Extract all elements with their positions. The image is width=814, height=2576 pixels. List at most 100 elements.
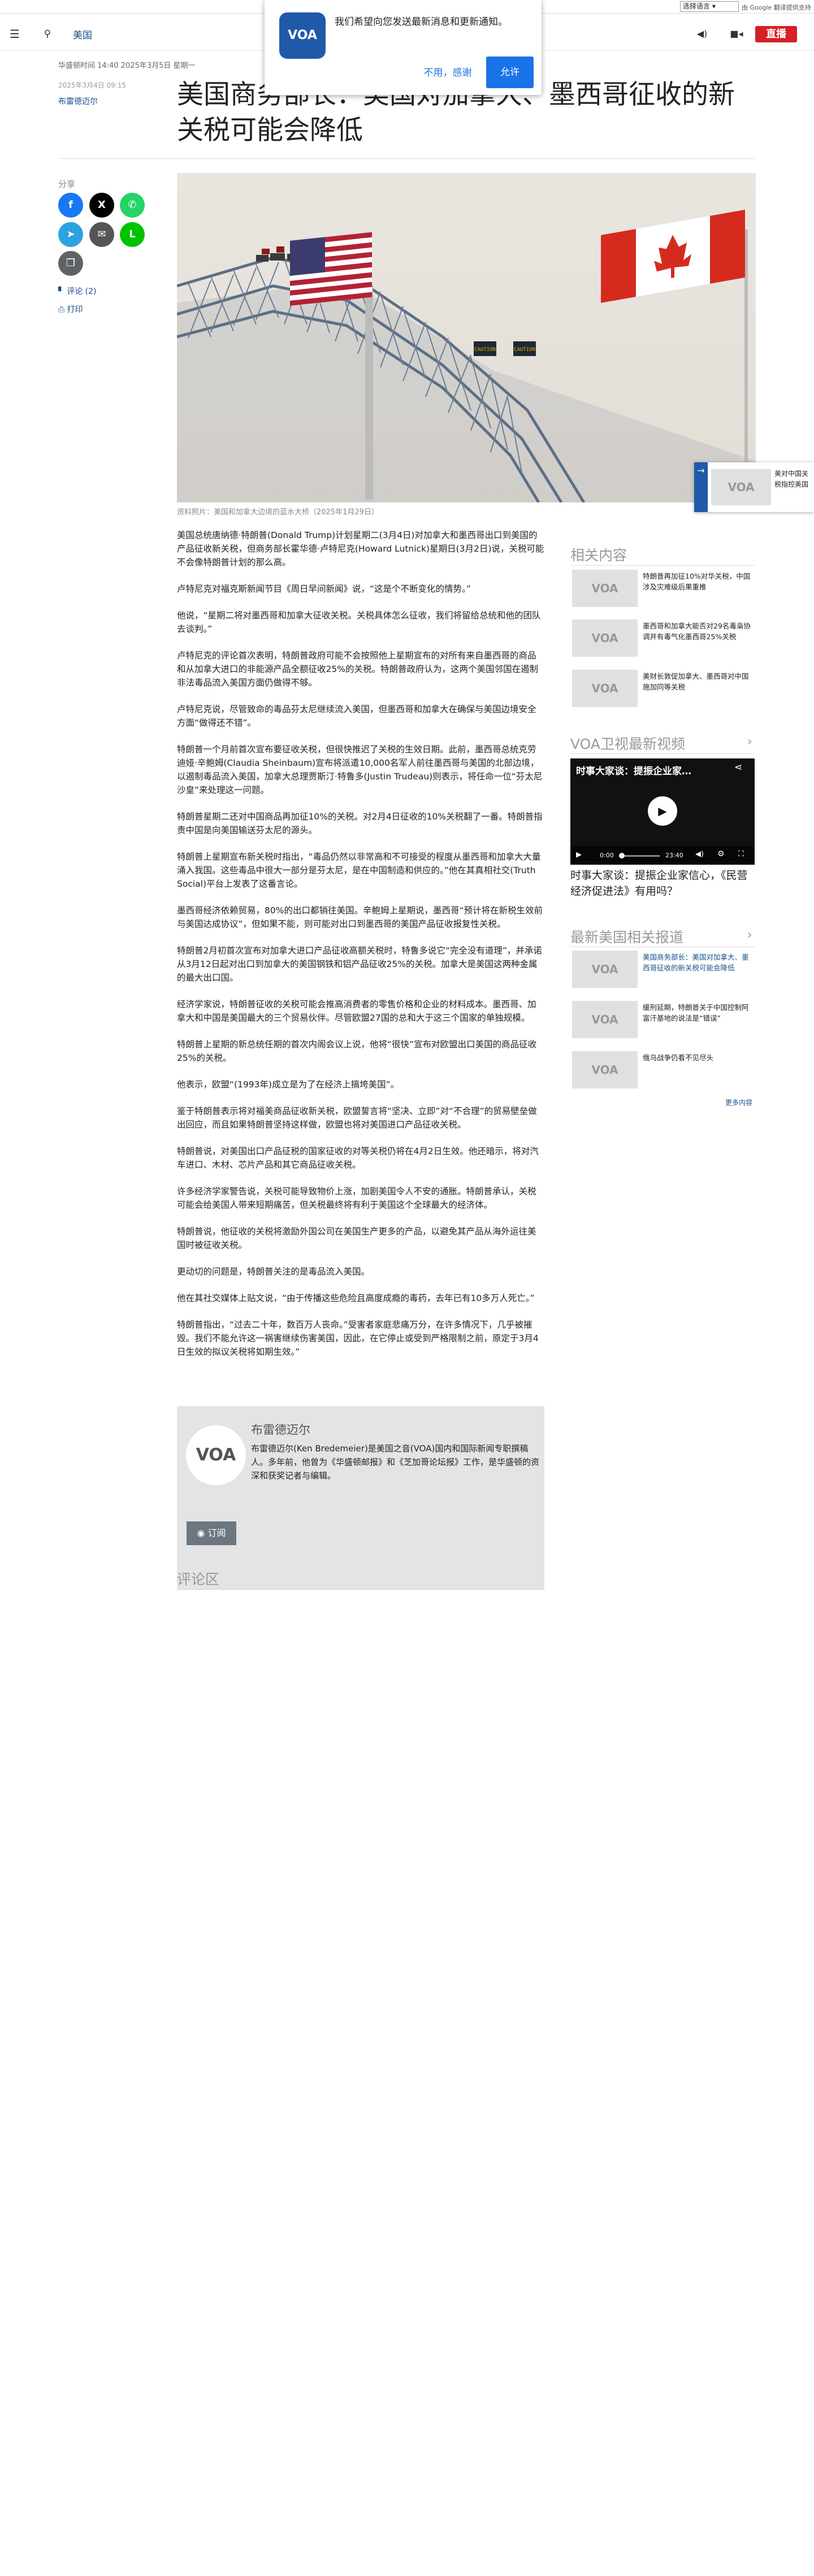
chevron-right-icon[interactable]: › bbox=[747, 928, 752, 942]
comments-link-label: 评论 (2) bbox=[67, 287, 97, 296]
article-paragraph: 鉴于特朗普表示将对福美商品征收新关税，欧盟誓言将“坚决、立即”对“不合理”的贸易… bbox=[177, 1106, 537, 1130]
article-body: 美国总统唐纳德·特朗普(Donald Trump)计划星期二(3月4日)对加拿大… bbox=[177, 528, 544, 1372]
latest-title: 缓刑延期，特朗普关于中国控制阿富汗基地的说法是“错误” bbox=[643, 1003, 749, 1022]
article-paragraph: 卢特尼克对福克斯新闻节目《周日早间新闻》说，“这是个不断变化的情势。” bbox=[177, 584, 471, 594]
deny-button[interactable]: 不用，感谢 bbox=[418, 64, 477, 82]
article-paragraph: 墨西哥经济依赖贸易，80%的出口都销往美国。辛鲍姆上星期说，墨西哥“预计将在新税… bbox=[177, 905, 543, 929]
telegram-icon[interactable]: ➤ bbox=[58, 222, 83, 247]
article-paragraph: 卢特尼克的评论首次表明，特朗普政府可能不会按照他上星期宣布的对所有来自墨西哥的商… bbox=[177, 650, 538, 688]
article-paragraph: 特朗普一个月前首次宣布要征收关税，但很快推迟了关税的生效日期。此前，墨西哥总统克… bbox=[177, 744, 543, 795]
speaker-icon[interactable]: ◀) bbox=[694, 26, 710, 42]
copy-link-icon[interactable]: ❐ bbox=[58, 251, 83, 276]
notification-message: 我们希望向您发送最新消息和更新通知。 bbox=[335, 16, 508, 28]
line-icon[interactable]: L bbox=[120, 222, 145, 247]
video-progress[interactable] bbox=[620, 855, 660, 857]
video-duration: 23:40 bbox=[665, 852, 683, 859]
latest-item[interactable]: VOA 缓刑延期，特朗普关于中国控制阿富汗基地的说法是“错误” bbox=[570, 999, 755, 1042]
play-small-icon[interactable]: ▶ bbox=[576, 851, 582, 859]
print-link-label: 打印 bbox=[67, 305, 83, 314]
facebook-icon[interactable]: f bbox=[58, 193, 83, 218]
thumbnail: VOA bbox=[572, 951, 638, 988]
video-overlay-title: 时事大家谈：提振企业家… bbox=[576, 766, 691, 777]
article-paragraph: 他说，“星期二将对墨西哥和加拿大征收关税。关税具体怎么征收，我们将留给总统和他的… bbox=[177, 610, 541, 634]
article-paragraph: 特朗普2月初首次宣布对加拿大进口产品征收高额关税时，特鲁多说它“完全没有道理”，… bbox=[177, 946, 542, 983]
thumbnail: VOA bbox=[572, 619, 638, 657]
comments-heading: 评论区 bbox=[177, 1571, 220, 1588]
settings-icon[interactable]: ⚙ bbox=[717, 849, 725, 858]
related-title: 墨西哥和加拿大能否对29名毒枭协调并有毒气化墨西哥25%关税 bbox=[643, 622, 751, 641]
image-caption: 资料照片：美国和加拿大边境的蓝水大桥（2025年1月29日） bbox=[177, 508, 379, 517]
more-link[interactable]: 更多内容 bbox=[725, 1098, 752, 1107]
related-heading: 相关内容 bbox=[570, 547, 627, 563]
divider bbox=[58, 158, 755, 159]
video-heading[interactable]: VOA卫视最新视频 bbox=[570, 733, 685, 753]
divider bbox=[570, 565, 755, 566]
hamburger-icon[interactable]: ☰ bbox=[7, 26, 23, 42]
related-item[interactable]: VOA 美财长敦促加拿大、墨西哥对中国施加同等关税 bbox=[570, 668, 755, 710]
section-title[interactable]: 美国 bbox=[73, 27, 92, 41]
search-icon[interactable]: ⚲ bbox=[40, 26, 55, 42]
share-label: 分享 bbox=[58, 179, 76, 189]
latest-item[interactable]: VOA 俄乌战争仍看不见尽头 bbox=[570, 1050, 755, 1092]
play-icon[interactable]: ▶ bbox=[648, 796, 677, 826]
share-icon[interactable]: ⋖ bbox=[734, 762, 742, 773]
article-paragraph: 特朗普星期二还对中国商品再加征10%的关税。对2月4日征收的10%关税翻了一番。… bbox=[177, 812, 543, 835]
article-paragraph: 特朗普说，对美国出口产品征税的国家征收的对等关税仍将在4月2日生效。他还暗示，将… bbox=[177, 1146, 539, 1170]
article-paragraph: 特朗普说，他征收的关税将激励外国公司在美国生产更多的产品，以避免其产品从海外运往… bbox=[177, 1226, 536, 1250]
author-name[interactable]: 布雷德迈尔 bbox=[251, 1421, 310, 1438]
divider bbox=[177, 1589, 544, 1590]
fullscreen-icon[interactable]: ⛶ bbox=[738, 849, 744, 858]
article-paragraph: 许多经济学家警告说，关税可能导致物价上涨，加剧美国令人不安的通胀。特朗普承认，关… bbox=[177, 1186, 536, 1210]
article-paragraph: 特朗普上星期的新总统任期的首次内阁会议上说，他将“很快”宣布对欧盟出口美国的商品… bbox=[177, 1039, 537, 1063]
latest-title: 俄乌战争仍看不见尽头 bbox=[643, 1053, 714, 1062]
related-item[interactable]: VOA 特朗普再加征10%对华关税，中国涉及灾难级后果重推 bbox=[570, 568, 755, 610]
email-icon[interactable]: ✉ bbox=[89, 222, 114, 247]
x-icon[interactable]: X bbox=[89, 193, 114, 218]
latest-item[interactable]: VOA 美国商务部长：美国对加拿大、墨西哥征收的新关税可能会降低 bbox=[570, 949, 755, 991]
google-translate-credit: 由 Google 翻译提供支持 bbox=[742, 4, 811, 11]
comment-icon: ▘ bbox=[58, 287, 67, 296]
author-link[interactable]: 布雷德迈尔 bbox=[58, 96, 98, 107]
article-paragraph: 经济学家说，特朗普征收的关税可能会推高消费者的零售价格和企业的材料成本。墨西哥、… bbox=[177, 999, 536, 1023]
article-paragraph: 他表示，欧盟“(1993年)成立是为了在经济上搞垮美国”。 bbox=[177, 1079, 400, 1090]
bridge-sign-2: CAUTION bbox=[514, 347, 535, 353]
thumbnail: VOA bbox=[711, 469, 771, 505]
author-bio-text: 布雷德迈尔(Ken Bredemeier)是美国之音(VOA)国内和国际新闻专职… bbox=[251, 1443, 540, 1481]
arrow-right-icon[interactable]: → bbox=[694, 462, 708, 512]
volume-icon[interactable]: ◀) bbox=[695, 850, 704, 858]
language-select-value: 选择语言 bbox=[683, 2, 711, 10]
article-paragraph: 卢特尼克说，尽管致命的毒品芬太尼继续流入美国，但墨西哥和加拿大在确保与美国边境安… bbox=[177, 704, 536, 728]
language-select[interactable]: 选择语言 ▾ bbox=[680, 1, 739, 12]
subscribe-label: 订阅 bbox=[207, 1528, 226, 1538]
video-player[interactable]: 时事大家谈：提振企业家… ⋖ ▶ ▶ 0:00 23:40 ◀) ⚙ ⛶ bbox=[570, 758, 755, 865]
live-button[interactable]: 直播 bbox=[755, 26, 797, 42]
allow-button[interactable]: 允许 bbox=[486, 57, 534, 88]
article-paragraph: 特朗普指出，“过去二十年，数百万人丧命。”受害者家庭悲痛万分，在许多情况下，几乎… bbox=[177, 1320, 539, 1357]
whatsapp-icon[interactable]: ✆ bbox=[120, 193, 145, 218]
video-current-time: 0:00 bbox=[600, 852, 614, 859]
article-paragraph: 特朗普上星期宣布新关税时指出，“毒品仍然以非常高和不可接受的程度从墨西哥和加拿大… bbox=[177, 852, 541, 889]
video-title[interactable]: 时事大家谈：提振企业家信心，《民营经济促进法》有用吗？ bbox=[570, 868, 755, 899]
related-item[interactable]: VOA 墨西哥和加拿大能否对29名毒枭协调并有毒气化墨西哥25%关税 bbox=[570, 618, 755, 660]
published-date: 2025年3月4日 09:15 bbox=[58, 81, 127, 89]
latest-title: 美国商务部长：美国对加拿大、墨西哥征收的新关税可能会降低 bbox=[643, 953, 749, 972]
sticky-teaser[interactable]: → VOA 美对中国关税指控美国 bbox=[694, 462, 814, 512]
chevron-right-icon[interactable]: › bbox=[747, 735, 752, 749]
thumbnail: VOA bbox=[572, 570, 638, 607]
rss-icon: ◉ bbox=[197, 1528, 208, 1538]
video-scrubber[interactable] bbox=[619, 853, 625, 858]
hero-image: CAUTION CAUTION bbox=[177, 173, 756, 502]
divider bbox=[570, 753, 755, 754]
video-camera-icon[interactable]: ■◂ bbox=[729, 26, 744, 42]
voa-logo: VOA bbox=[279, 12, 326, 59]
article-paragraph: 美国总统唐纳德·特朗普(Donald Trump)计划星期二(3月4日)对加拿大… bbox=[177, 530, 544, 567]
comments-link[interactable]: ▘ 评论 (2) bbox=[58, 285, 97, 297]
author-bio-card: VOA 布雷德迈尔 布雷德迈尔(Ken Bredemeier)是美国之音(VOA… bbox=[177, 1406, 544, 1589]
print-link[interactable]: ⎙ 打印 bbox=[58, 303, 83, 315]
related-title: 特朗普再加征10%对华关税，中国涉及灾难级后果重推 bbox=[643, 572, 751, 591]
author-avatar: VOA bbox=[186, 1425, 246, 1485]
latest-heading[interactable]: 最新美国相关报道 bbox=[570, 926, 683, 947]
video-controls bbox=[570, 846, 755, 865]
dateline: 华盛顿时间 14:40 2025年3月5日 星期一 bbox=[58, 62, 196, 70]
subscribe-button[interactable]: ◉ 订阅 bbox=[187, 1521, 236, 1545]
